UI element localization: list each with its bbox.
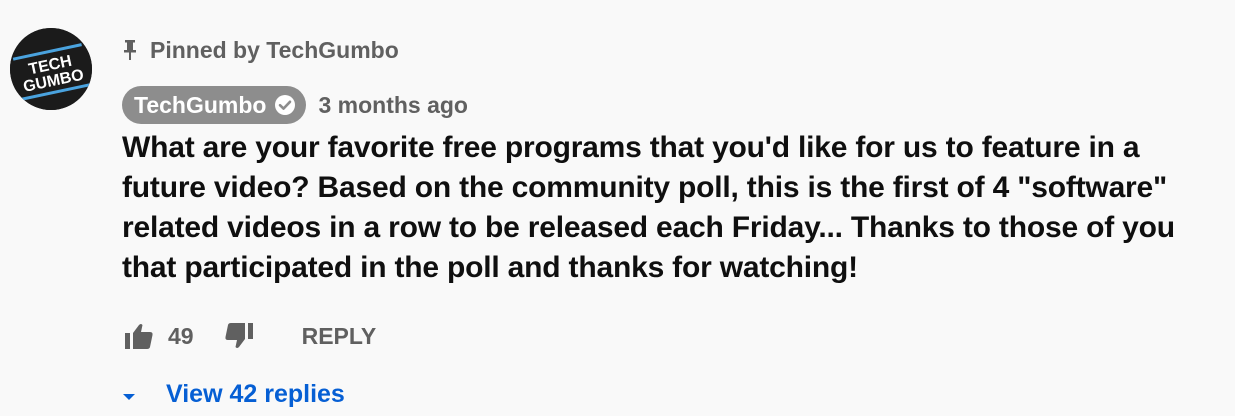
techgumbo-logo: TECH GUMBO	[10, 28, 92, 110]
thumbs-down-icon[interactable]	[222, 319, 256, 353]
thumbs-up-icon[interactable]	[122, 319, 156, 353]
channel-avatar[interactable]: TECH GUMBO	[10, 28, 92, 110]
author-name-chip[interactable]: TechGumbo	[122, 86, 307, 124]
comment-timestamp[interactable]: 3 months ago	[318, 92, 468, 119]
pinned-indicator: Pinned by TechGumbo	[122, 34, 1215, 66]
verified-check-icon	[274, 94, 296, 116]
comment-body: Pinned by TechGumbo TechGumbo 3 months a…	[122, 34, 1215, 414]
like-count: 49	[168, 322, 194, 349]
author-name[interactable]: TechGumbo	[134, 92, 266, 119]
view-replies-label[interactable]: View 42 replies	[166, 380, 345, 409]
comment-header: TechGumbo 3 months ago	[122, 86, 1215, 124]
reply-button[interactable]: REPLY	[302, 323, 377, 350]
comment-text: What are your favorite free programs tha…	[122, 131, 1175, 284]
pinned-comment: TECH GUMBO Pinned by TechGumbo TechGumbo	[0, 0, 1235, 416]
pinned-label: Pinned by TechGumbo	[150, 36, 399, 63]
view-replies-button[interactable]: View 42 replies	[122, 374, 1215, 414]
pin-icon	[122, 39, 138, 61]
caret-down-icon	[122, 389, 136, 400]
comment-actions: 49 REPLY	[122, 316, 1215, 356]
